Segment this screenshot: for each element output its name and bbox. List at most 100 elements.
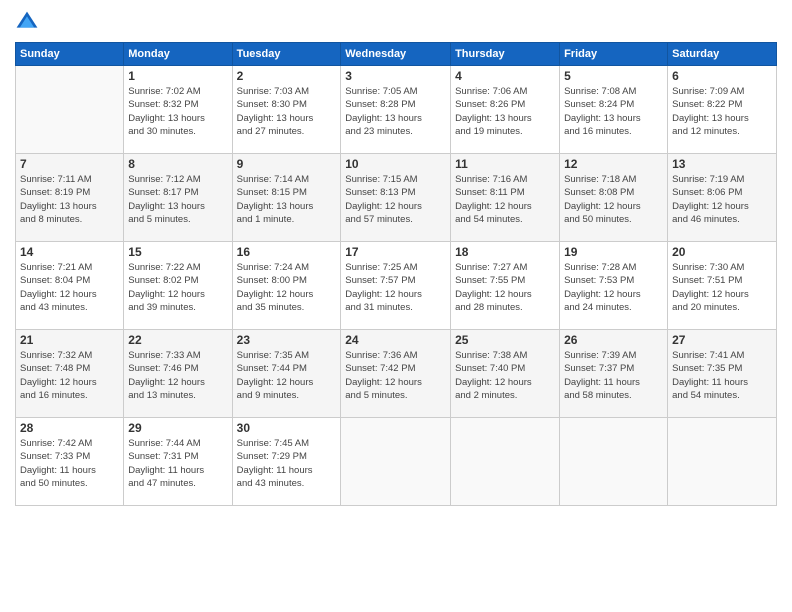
week-row: 14Sunrise: 7:21 AMSunset: 8:04 PMDayligh…: [16, 242, 777, 330]
calendar-cell: 16 Sunrise: 7:24 AMSunset: 8:00 PMDayligh…: [232, 242, 341, 330]
calendar-cell: 13Sunrise: 7:19 AMSunset: 8:06 PMDayligh…: [668, 154, 777, 242]
day-number: 12: [564, 157, 663, 171]
calendar-cell: [451, 418, 560, 506]
day-info: Sunrise: 7:09 AMSunset: 8:22 PMDaylight:…: [672, 85, 772, 138]
day-info: Sunrise: 7:15 AMSunset: 8:13 PMDaylight:…: [345, 173, 446, 226]
calendar-cell: 27 Sunrise: 7:41 AMSunset: 7:35 PMDayligh…: [668, 330, 777, 418]
day-number: 21: [20, 333, 119, 347]
day-number: 5: [564, 69, 663, 83]
weekday-header-tuesday: Tuesday: [232, 43, 341, 66]
day-number: 9: [237, 157, 337, 171]
day-number: 3: [345, 69, 446, 83]
day-number: 30: [237, 421, 337, 435]
calendar-cell: 19 Sunrise: 7:28 AMSunset: 7:53 PMDayligh…: [560, 242, 668, 330]
day-info: Sunrise: 7:24 AMSunset: 8:00 PMDaylight:…: [237, 261, 337, 314]
calendar-cell: [16, 66, 124, 154]
day-info: Sunrise: 7:41 AMSunset: 7:35 PMDaylight:…: [672, 349, 772, 402]
calendar-cell: 30 Sunrise: 7:45 AMSunset: 7:29 PMDayligh…: [232, 418, 341, 506]
weekday-header-thursday: Thursday: [451, 43, 560, 66]
calendar-cell: 18 Sunrise: 7:27 AMSunset: 7:55 PMDayligh…: [451, 242, 560, 330]
calendar-cell: 8 Sunrise: 7:12 AMSunset: 8:17 PMDaylight…: [124, 154, 232, 242]
day-info: Sunrise: 7:45 AMSunset: 7:29 PMDaylight:…: [237, 437, 337, 490]
day-info: Sunrise: 7:35 AMSunset: 7:44 PMDaylight:…: [237, 349, 337, 402]
calendar-cell: 23 Sunrise: 7:35 AMSunset: 7:44 PMDayligh…: [232, 330, 341, 418]
calendar-cell: 20 Sunrise: 7:30 AMSunset: 7:51 PMDayligh…: [668, 242, 777, 330]
day-info: Sunrise: 7:12 AMSunset: 8:17 PMDaylight:…: [128, 173, 227, 226]
calendar-cell: 3 Sunrise: 7:05 AMSunset: 8:28 PMDaylight…: [341, 66, 451, 154]
day-info: Sunrise: 7:38 AMSunset: 7:40 PMDaylight:…: [455, 349, 555, 402]
day-info: Sunrise: 7:30 AMSunset: 7:51 PMDaylight:…: [672, 261, 772, 314]
calendar-cell: [341, 418, 451, 506]
calendar-cell: 24Sunrise: 7:36 AMSunset: 7:42 PMDayligh…: [341, 330, 451, 418]
day-number: 1: [128, 69, 227, 83]
day-number: 16: [237, 245, 337, 259]
day-number: 24: [345, 333, 446, 347]
weekday-header-monday: Monday: [124, 43, 232, 66]
calendar-cell: 14Sunrise: 7:21 AMSunset: 8:04 PMDayligh…: [16, 242, 124, 330]
weekday-header-sunday: Sunday: [16, 43, 124, 66]
week-row: 7 Sunrise: 7:11 AMSunset: 8:19 PMDaylight…: [16, 154, 777, 242]
day-info: Sunrise: 7:08 AMSunset: 8:24 PMDaylight:…: [564, 85, 663, 138]
weekday-header-saturday: Saturday: [668, 43, 777, 66]
calendar-cell: 10 Sunrise: 7:15 AMSunset: 8:13 PMDayligh…: [341, 154, 451, 242]
calendar-cell: 2 Sunrise: 7:03 AMSunset: 8:30 PMDaylight…: [232, 66, 341, 154]
day-number: 17: [345, 245, 446, 259]
day-number: 27: [672, 333, 772, 347]
calendar-cell: 28Sunrise: 7:42 AMSunset: 7:33 PMDayligh…: [16, 418, 124, 506]
week-row: 21 Sunrise: 7:32 AMSunset: 7:48 PMDayligh…: [16, 330, 777, 418]
day-info: Sunrise: 7:19 AMSunset: 8:06 PMDaylight:…: [672, 173, 772, 226]
day-number: 29: [128, 421, 227, 435]
day-number: 2: [237, 69, 337, 83]
day-info: Sunrise: 7:14 AMSunset: 8:15 PMDaylight:…: [237, 173, 337, 226]
day-number: 15: [128, 245, 227, 259]
day-info: Sunrise: 7:03 AMSunset: 8:30 PMDaylight:…: [237, 85, 337, 138]
day-info: Sunrise: 7:44 AMSunset: 7:31 PMDaylight:…: [128, 437, 227, 490]
calendar-cell: [668, 418, 777, 506]
day-number: 20: [672, 245, 772, 259]
day-info: Sunrise: 7:11 AMSunset: 8:19 PMDaylight:…: [20, 173, 119, 226]
day-number: 18: [455, 245, 555, 259]
day-number: 19: [564, 245, 663, 259]
week-row: 1 Sunrise: 7:02 AMSunset: 8:32 PMDaylight…: [16, 66, 777, 154]
day-number: 4: [455, 69, 555, 83]
day-number: 6: [672, 69, 772, 83]
calendar-cell: 7 Sunrise: 7:11 AMSunset: 8:19 PMDaylight…: [16, 154, 124, 242]
day-number: 8: [128, 157, 227, 171]
week-row: 28Sunrise: 7:42 AMSunset: 7:33 PMDayligh…: [16, 418, 777, 506]
calendar-cell: 12 Sunrise: 7:18 AMSunset: 8:08 PMDayligh…: [560, 154, 668, 242]
calendar-cell: 17 Sunrise: 7:25 AMSunset: 7:57 PMDayligh…: [341, 242, 451, 330]
day-number: 11: [455, 157, 555, 171]
weekday-header-wednesday: Wednesday: [341, 43, 451, 66]
calendar-cell: 6 Sunrise: 7:09 AMSunset: 8:22 PMDaylight…: [668, 66, 777, 154]
calendar-cell: 26 Sunrise: 7:39 AMSunset: 7:37 PMDayligh…: [560, 330, 668, 418]
day-info: Sunrise: 7:16 AMSunset: 8:11 PMDaylight:…: [455, 173, 555, 226]
day-info: Sunrise: 7:27 AMSunset: 7:55 PMDaylight:…: [455, 261, 555, 314]
day-info: Sunrise: 7:05 AMSunset: 8:28 PMDaylight:…: [345, 85, 446, 138]
day-info: Sunrise: 7:02 AMSunset: 8:32 PMDaylight:…: [128, 85, 227, 138]
day-number: 25: [455, 333, 555, 347]
day-number: 22: [128, 333, 227, 347]
day-info: Sunrise: 7:39 AMSunset: 7:37 PMDaylight:…: [564, 349, 663, 402]
day-number: 7: [20, 157, 119, 171]
weekday-header-friday: Friday: [560, 43, 668, 66]
day-number: 23: [237, 333, 337, 347]
calendar-cell: 29 Sunrise: 7:44 AMSunset: 7:31 PMDayligh…: [124, 418, 232, 506]
calendar-cell: 9 Sunrise: 7:14 AMSunset: 8:15 PMDaylight…: [232, 154, 341, 242]
day-number: 26: [564, 333, 663, 347]
calendar-cell: 25 Sunrise: 7:38 AMSunset: 7:40 PMDayligh…: [451, 330, 560, 418]
weekday-header-row: SundayMondayTuesdayWednesdayThursdayFrid…: [16, 43, 777, 66]
day-info: Sunrise: 7:25 AMSunset: 7:57 PMDaylight:…: [345, 261, 446, 314]
day-info: Sunrise: 7:32 AMSunset: 7:48 PMDaylight:…: [20, 349, 119, 402]
calendar: SundayMondayTuesdayWednesdayThursdayFrid…: [15, 42, 777, 506]
calendar-cell: 4 Sunrise: 7:06 AMSunset: 8:26 PMDaylight…: [451, 66, 560, 154]
day-info: Sunrise: 7:28 AMSunset: 7:53 PMDaylight:…: [564, 261, 663, 314]
day-number: 10: [345, 157, 446, 171]
calendar-cell: 22 Sunrise: 7:33 AMSunset: 7:46 PMDayligh…: [124, 330, 232, 418]
day-number: 14: [20, 245, 119, 259]
day-info: Sunrise: 7:06 AMSunset: 8:26 PMDaylight:…: [455, 85, 555, 138]
calendar-cell: 15Sunrise: 7:22 AMSunset: 8:02 PMDayligh…: [124, 242, 232, 330]
day-info: Sunrise: 7:18 AMSunset: 8:08 PMDaylight:…: [564, 173, 663, 226]
day-number: 28: [20, 421, 119, 435]
calendar-cell: 1 Sunrise: 7:02 AMSunset: 8:32 PMDaylight…: [124, 66, 232, 154]
day-info: Sunrise: 7:33 AMSunset: 7:46 PMDaylight:…: [128, 349, 227, 402]
